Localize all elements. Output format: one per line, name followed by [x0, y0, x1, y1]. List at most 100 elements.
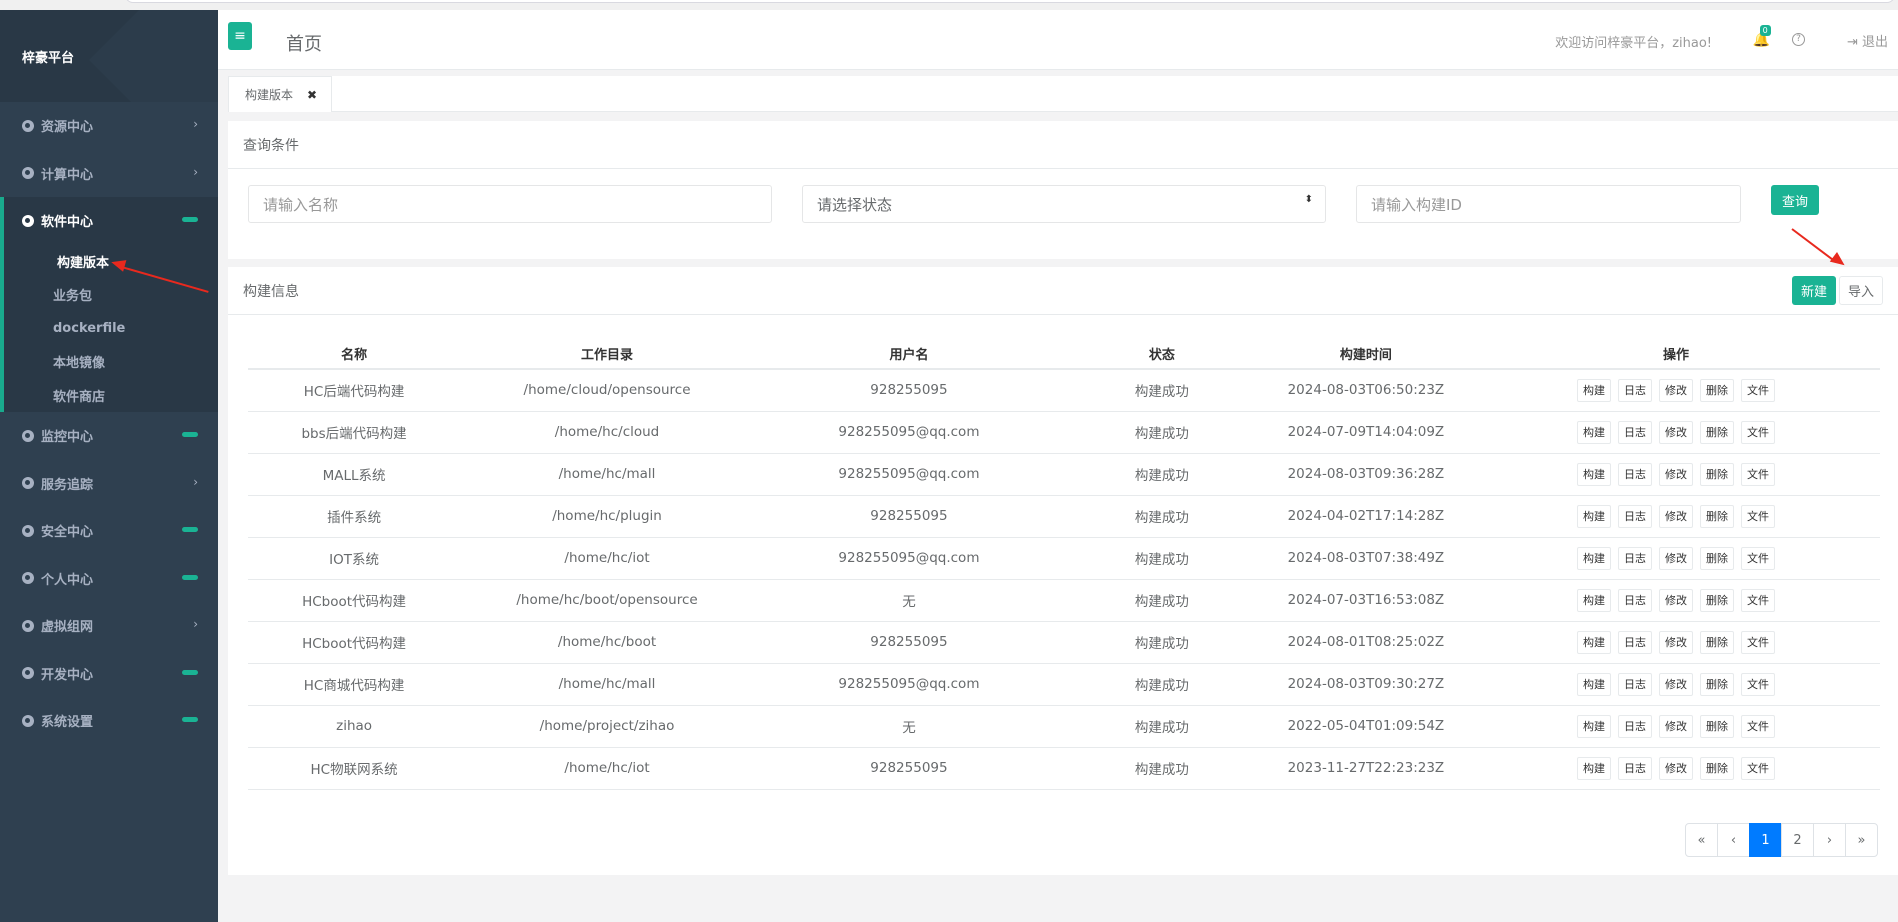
page-number-button[interactable]: 1	[1749, 823, 1782, 857]
table-cell: MALL系统	[248, 453, 461, 496]
sidebar-item[interactable]: 个人中心	[0, 555, 218, 603]
actions-cell: 构建 日志 修改 删除 文件	[1471, 537, 1880, 580]
sidebar-item[interactable]: 开发中心	[0, 650, 218, 698]
page-number-button[interactable]: 2	[1781, 823, 1814, 857]
page-first-button[interactable]: «	[1685, 823, 1718, 857]
table-cell: 928255095	[753, 495, 1064, 538]
new-button[interactable]: 新建	[1792, 276, 1836, 305]
row-action-button[interactable]: 文件	[1740, 504, 1775, 528]
table-row: HCboot代码构建/home/hc/boot 928255095 构建成功 2024…	[248, 621, 1880, 664]
table-cell: 构建成功	[1063, 663, 1260, 706]
row-action-button[interactable]: 删除	[1699, 378, 1734, 402]
row-action-button[interactable]: 修改	[1658, 504, 1693, 528]
row-action-button[interactable]: 日志	[1617, 462, 1652, 486]
row-action-button[interactable]: 修改	[1658, 378, 1693, 402]
import-button[interactable]: 导入	[1839, 276, 1883, 305]
row-action-button[interactable]: 修改	[1658, 588, 1693, 612]
page-next-button[interactable]: ›	[1813, 823, 1846, 857]
sidebar-item[interactable]: 虚拟组网 ›	[0, 602, 218, 650]
name-search-input[interactable]: 请输入名称	[248, 185, 772, 223]
notification-button[interactable]: 🔔 0	[1753, 25, 1771, 48]
sidebar-subitem[interactable]: 本地镜像	[4, 345, 218, 379]
row-action-button[interactable]: 文件	[1740, 714, 1775, 738]
row-action-button[interactable]: 删除	[1699, 672, 1734, 696]
row-action-button[interactable]: 日志	[1617, 378, 1652, 402]
sidebar-subitem[interactable]: 软件商店	[4, 379, 218, 413]
page-last-button[interactable]: »	[1845, 823, 1878, 857]
row-action-button[interactable]: 构建	[1576, 420, 1611, 444]
row-action-button[interactable]: 日志	[1617, 630, 1652, 654]
row-action-button[interactable]: 修改	[1658, 546, 1693, 570]
row-action-button[interactable]: 构建	[1576, 378, 1611, 402]
row-action-button[interactable]: 文件	[1740, 378, 1775, 402]
row-action-button[interactable]: 构建	[1576, 462, 1611, 486]
row-action-button[interactable]: 删除	[1699, 546, 1734, 570]
globe-icon	[22, 214, 34, 227]
logout-button[interactable]: ⇥ 退出	[1847, 31, 1888, 50]
row-action-button[interactable]: 构建	[1576, 672, 1611, 696]
row-action-button[interactable]: 删除	[1699, 588, 1734, 612]
query-panel: 查询条件 请输入名称 请选择状态 ⬍ 请输入构建ID 查询	[228, 121, 1898, 259]
row-action-button[interactable]: 文件	[1740, 756, 1775, 780]
row-action-button[interactable]: 构建	[1576, 714, 1611, 738]
sidebar-item[interactable]: 系统设置	[0, 697, 218, 745]
brand-name: 梓豪平台	[22, 50, 75, 66]
row-action-button[interactable]: 文件	[1740, 630, 1775, 654]
row-action-button[interactable]: 构建	[1576, 630, 1611, 654]
sidebar-subitem[interactable]: 业务包	[4, 278, 218, 312]
sidebar-item[interactable]: 服务追踪 ›	[0, 460, 218, 508]
row-action-button[interactable]: 修改	[1658, 714, 1693, 738]
status-select[interactable]: 请选择状态 ⬍	[802, 185, 1326, 223]
sidebar-item[interactable]: 资源中心 ›	[0, 102, 218, 150]
row-action-button[interactable]: 日志	[1617, 714, 1652, 738]
row-action-button[interactable]: 删除	[1699, 630, 1734, 654]
close-icon[interactable]: ✖	[307, 88, 317, 102]
row-action-button[interactable]: 日志	[1617, 420, 1652, 444]
sidebar-subitem[interactable]: dockerfile	[4, 312, 218, 346]
row-action-button[interactable]: 文件	[1740, 588, 1775, 612]
row-action-button[interactable]: 日志	[1617, 504, 1652, 528]
row-action-button[interactable]: 文件	[1740, 672, 1775, 696]
help-icon[interactable]: ?	[1792, 33, 1805, 46]
home-title[interactable]: 首页	[286, 30, 322, 56]
table-cell: 构建成功	[1063, 621, 1260, 664]
sidebar-item-software-center[interactable]: 软件中心	[4, 197, 218, 245]
sidebar-subitem[interactable]: 构建版本	[0, 244, 218, 278]
row-action-button[interactable]: 日志	[1617, 546, 1652, 570]
table-cell: 928255095@qq.com	[753, 453, 1064, 496]
table-cell: HC后端代码构建	[248, 369, 461, 412]
row-action-button[interactable]: 删除	[1699, 420, 1734, 444]
row-action-button[interactable]: 构建	[1576, 756, 1611, 780]
row-action-button[interactable]: 删除	[1699, 756, 1734, 780]
row-action-button[interactable]: 修改	[1658, 756, 1693, 780]
row-action-button[interactable]: 日志	[1617, 756, 1652, 780]
row-action-button[interactable]: 日志	[1617, 672, 1652, 696]
sidebar-item-label: 开发中心	[41, 667, 94, 683]
top-navbar: ≡ 首页 欢迎访问梓豪平台，zihao! 🔔 0 ? ⇥ 退出	[218, 10, 1898, 70]
row-action-button[interactable]: 构建	[1576, 546, 1611, 570]
row-action-button[interactable]: 删除	[1699, 462, 1734, 486]
row-action-button[interactable]: 构建	[1576, 588, 1611, 612]
menu-toggle-button[interactable]: ≡	[228, 22, 252, 50]
tab-build-version[interactable]: 构建版本 ✖	[228, 76, 332, 112]
row-action-button[interactable]: 文件	[1740, 462, 1775, 486]
row-action-button[interactable]: 修改	[1658, 672, 1693, 696]
row-action-button[interactable]: 删除	[1699, 504, 1734, 528]
row-action-button[interactable]: 文件	[1740, 420, 1775, 444]
row-actions: 构建 日志 修改 删除 文件	[1472, 714, 1880, 738]
sidebar-item[interactable]: 计算中心 ›	[0, 150, 218, 198]
page-prev-button[interactable]: ‹	[1717, 823, 1750, 857]
row-action-button[interactable]: 删除	[1699, 714, 1734, 738]
sidebar-item[interactable]: 监控中心	[0, 412, 218, 460]
table-cell: 构建成功	[1063, 705, 1260, 748]
sidebar-item[interactable]: 安全中心	[0, 507, 218, 555]
row-action-button[interactable]: 文件	[1740, 546, 1775, 570]
row-action-button[interactable]: 日志	[1617, 588, 1652, 612]
build-id-search-input[interactable]: 请输入构建ID	[1356, 185, 1741, 223]
search-button[interactable]: 查询	[1771, 185, 1819, 215]
row-action-button[interactable]: 修改	[1658, 420, 1693, 444]
row-action-button[interactable]: 修改	[1658, 462, 1693, 486]
row-action-button[interactable]: 修改	[1658, 630, 1693, 654]
table-row: 插件系统/home/hc/plugin 928255095 构建成功 2024-04-…	[248, 495, 1880, 538]
row-action-button[interactable]: 构建	[1576, 504, 1611, 528]
